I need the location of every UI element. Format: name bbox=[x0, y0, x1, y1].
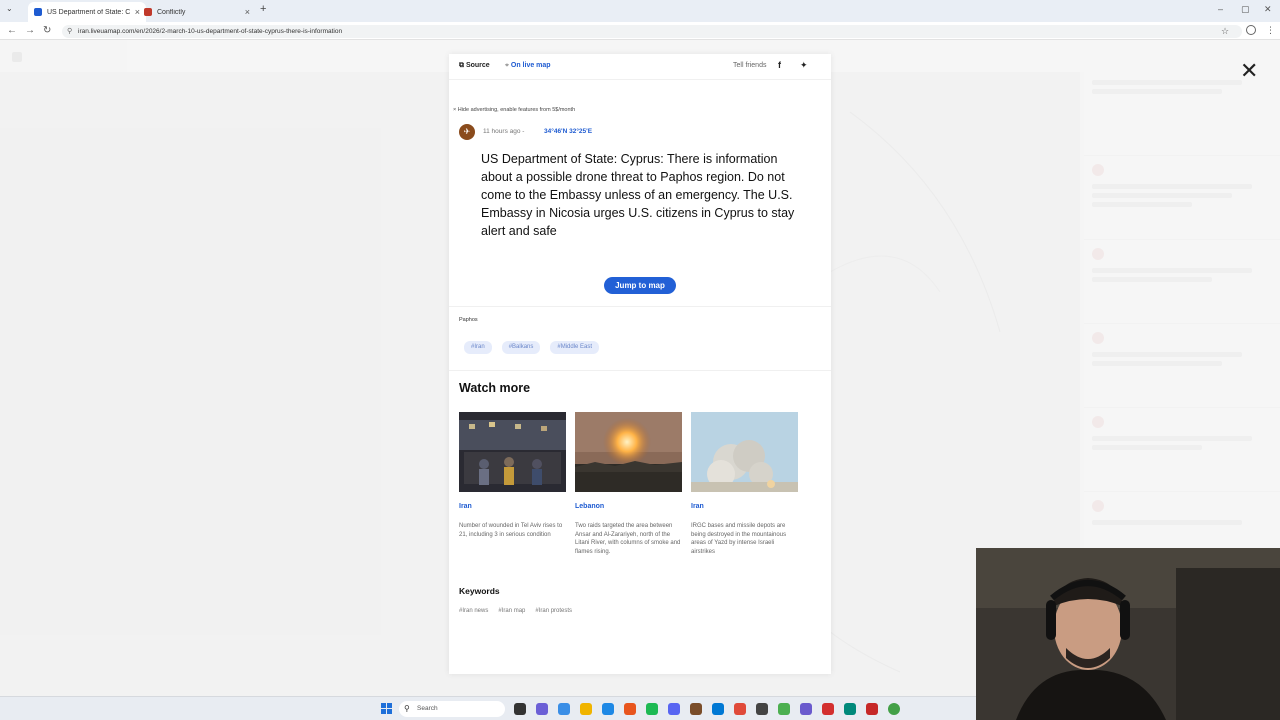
browser-tab-bar: ⌄ US Department of State: Cyprus × Confl… bbox=[0, 0, 1280, 22]
browser-menu-icon[interactable]: ⋮ bbox=[1266, 25, 1275, 36]
source-label: Source bbox=[465, 62, 490, 69]
facebook-share-icon[interactable]: f bbox=[778, 60, 781, 70]
watch-more-heading: Watch more bbox=[459, 381, 531, 395]
brave-icon[interactable] bbox=[624, 703, 636, 715]
keyword-link[interactable]: #Iran map bbox=[498, 608, 525, 614]
jump-to-map-button[interactable]: Jump to map bbox=[604, 277, 676, 294]
tag-iran[interactable]: #Iran bbox=[464, 341, 492, 354]
streamer-image bbox=[976, 548, 1280, 720]
mail-icon[interactable] bbox=[602, 703, 614, 715]
place-label: Paphos bbox=[459, 317, 478, 323]
card-tag[interactable]: Iran bbox=[691, 503, 704, 510]
nvidia-icon[interactable] bbox=[778, 703, 790, 715]
webcam-overlay bbox=[976, 548, 1280, 720]
profile-icon[interactable] bbox=[1246, 25, 1256, 35]
minimize-icon[interactable]: – bbox=[1218, 4, 1223, 14]
keyword-link[interactable]: #Iran news bbox=[459, 608, 488, 614]
twitter-share-icon[interactable]: ✦ bbox=[800, 60, 808, 71]
divider bbox=[449, 370, 831, 371]
modal-header: ⧉ Source ⌖ On live map Tell friends f ✦ bbox=[449, 54, 831, 80]
post-time: 11 hours ago - bbox=[483, 128, 525, 135]
spotify-icon[interactable] bbox=[646, 703, 658, 715]
app-icon[interactable] bbox=[866, 703, 878, 715]
new-tab-button[interactable]: + bbox=[260, 3, 266, 15]
live-map-label: On live map bbox=[510, 62, 551, 69]
night-street-image bbox=[459, 412, 566, 492]
tell-friends-label: Tell friends bbox=[733, 62, 767, 69]
on-live-map-link[interactable]: ⌖ On live map bbox=[505, 62, 551, 70]
url-text: iran.liveuamap.com/en/2026/2-march-10-us… bbox=[78, 28, 343, 35]
site-info-icon[interactable]: ⚲ bbox=[67, 25, 72, 38]
record-icon[interactable] bbox=[822, 703, 834, 715]
reload-icon[interactable]: ↻ bbox=[43, 25, 51, 36]
divider bbox=[449, 306, 831, 307]
tab-title: US Department of State: Cyprus bbox=[47, 8, 130, 16]
video-card[interactable]: Lebanon Two raids targeted the area betw… bbox=[575, 412, 682, 555]
terminal-icon[interactable] bbox=[756, 703, 768, 715]
search-icon: ⚲ bbox=[404, 704, 410, 713]
browser-tab[interactable]: Conflictly × bbox=[138, 2, 256, 22]
app-icon[interactable] bbox=[734, 703, 746, 715]
task-view-icon[interactable] bbox=[514, 703, 526, 715]
keyword-list: #Iran news #Iran map #Iran protests bbox=[459, 608, 572, 614]
card-description[interactable]: Two raids targeted the area between Ansa… bbox=[575, 522, 683, 556]
tab-title: Conflictly bbox=[157, 8, 186, 16]
keyword-link[interactable]: #Iran protests bbox=[535, 608, 572, 614]
card-tag[interactable]: Lebanon bbox=[575, 503, 604, 510]
explosion-image bbox=[575, 412, 682, 492]
smoke-image bbox=[691, 412, 798, 492]
forward-icon[interactable]: → bbox=[25, 25, 35, 36]
chrome-icon[interactable] bbox=[888, 703, 900, 715]
external-link-icon: ⧉ bbox=[459, 62, 466, 69]
keywords-section: Keywords #Iran news #Iran map #Iran prot… bbox=[449, 576, 831, 674]
url-field[interactable]: ⚲ iran.liveuamap.com/en/2026/2-march-10-… bbox=[62, 25, 1242, 38]
discord-icon[interactable] bbox=[668, 703, 680, 715]
close-tab-icon[interactable]: × bbox=[245, 7, 250, 17]
video-thumbnail[interactable] bbox=[459, 412, 566, 492]
close-modal-icon[interactable]: ✕ bbox=[1240, 60, 1258, 82]
source-link[interactable]: ⧉ Source bbox=[459, 62, 490, 70]
teams-icon[interactable] bbox=[536, 703, 548, 715]
card-description[interactable]: IRGC bases and missile depots are being … bbox=[691, 522, 799, 556]
search-placeholder: Search bbox=[417, 705, 438, 712]
post-coordinates[interactable]: 34°46'N 32°25'E bbox=[544, 128, 592, 135]
address-bar-row: ← → ↻ ⚲ iran.liveuamap.com/en/2026/2-mar… bbox=[0, 22, 1280, 40]
video-thumbnail[interactable] bbox=[575, 412, 682, 492]
vscode-icon[interactable] bbox=[712, 703, 724, 715]
game-icon[interactable] bbox=[690, 703, 702, 715]
taskbar-search-box[interactable]: ⚲ Search bbox=[399, 701, 505, 717]
video-card[interactable]: Iran IRGC bases and missile depots are b… bbox=[691, 412, 798, 555]
source-avatar-icon: ✈ bbox=[459, 124, 475, 140]
tag-middle-east[interactable]: #Middle East bbox=[550, 341, 600, 354]
post-meta: ✈ 11 hours ago - 34°46'N 32°25'E bbox=[459, 124, 819, 140]
windows-start-icon[interactable] bbox=[381, 703, 393, 715]
hide-advertising-link[interactable]: × Hide advertising, enable features from… bbox=[453, 107, 575, 113]
obs-icon[interactable] bbox=[800, 703, 812, 715]
back-icon[interactable]: ← bbox=[7, 25, 17, 36]
tag-list: #Iran #Balkans #Middle East bbox=[464, 341, 600, 354]
video-thumbnail[interactable] bbox=[691, 412, 798, 492]
app-icon[interactable] bbox=[844, 703, 856, 715]
copilot-icon[interactable] bbox=[558, 703, 570, 715]
tab-search-chevron-icon[interactable]: ⌄ bbox=[6, 4, 13, 13]
card-tag[interactable]: Iran bbox=[459, 503, 472, 510]
bookmark-star-icon[interactable]: ☆ bbox=[1221, 26, 1229, 37]
tag-balkans[interactable]: #Balkans bbox=[501, 341, 541, 354]
window-close-icon[interactable]: ✕ bbox=[1264, 4, 1272, 15]
post-headline: US Department of State: Cyprus: There is… bbox=[481, 152, 795, 238]
video-card[interactable]: Iran Number of wounded in Tel Aviv rises… bbox=[459, 412, 566, 538]
maximize-icon[interactable]: ▢ bbox=[1241, 4, 1250, 15]
conflictly-favicon-icon bbox=[144, 8, 152, 16]
card-description[interactable]: Number of wounded in Tel Aviv rises to 2… bbox=[459, 522, 567, 539]
keywords-heading: Keywords bbox=[459, 586, 500, 596]
liveuamap-favicon-icon bbox=[34, 8, 42, 16]
browser-tab-active[interactable]: US Department of State: Cyprus × bbox=[28, 2, 146, 22]
file-explorer-icon[interactable] bbox=[580, 703, 592, 715]
